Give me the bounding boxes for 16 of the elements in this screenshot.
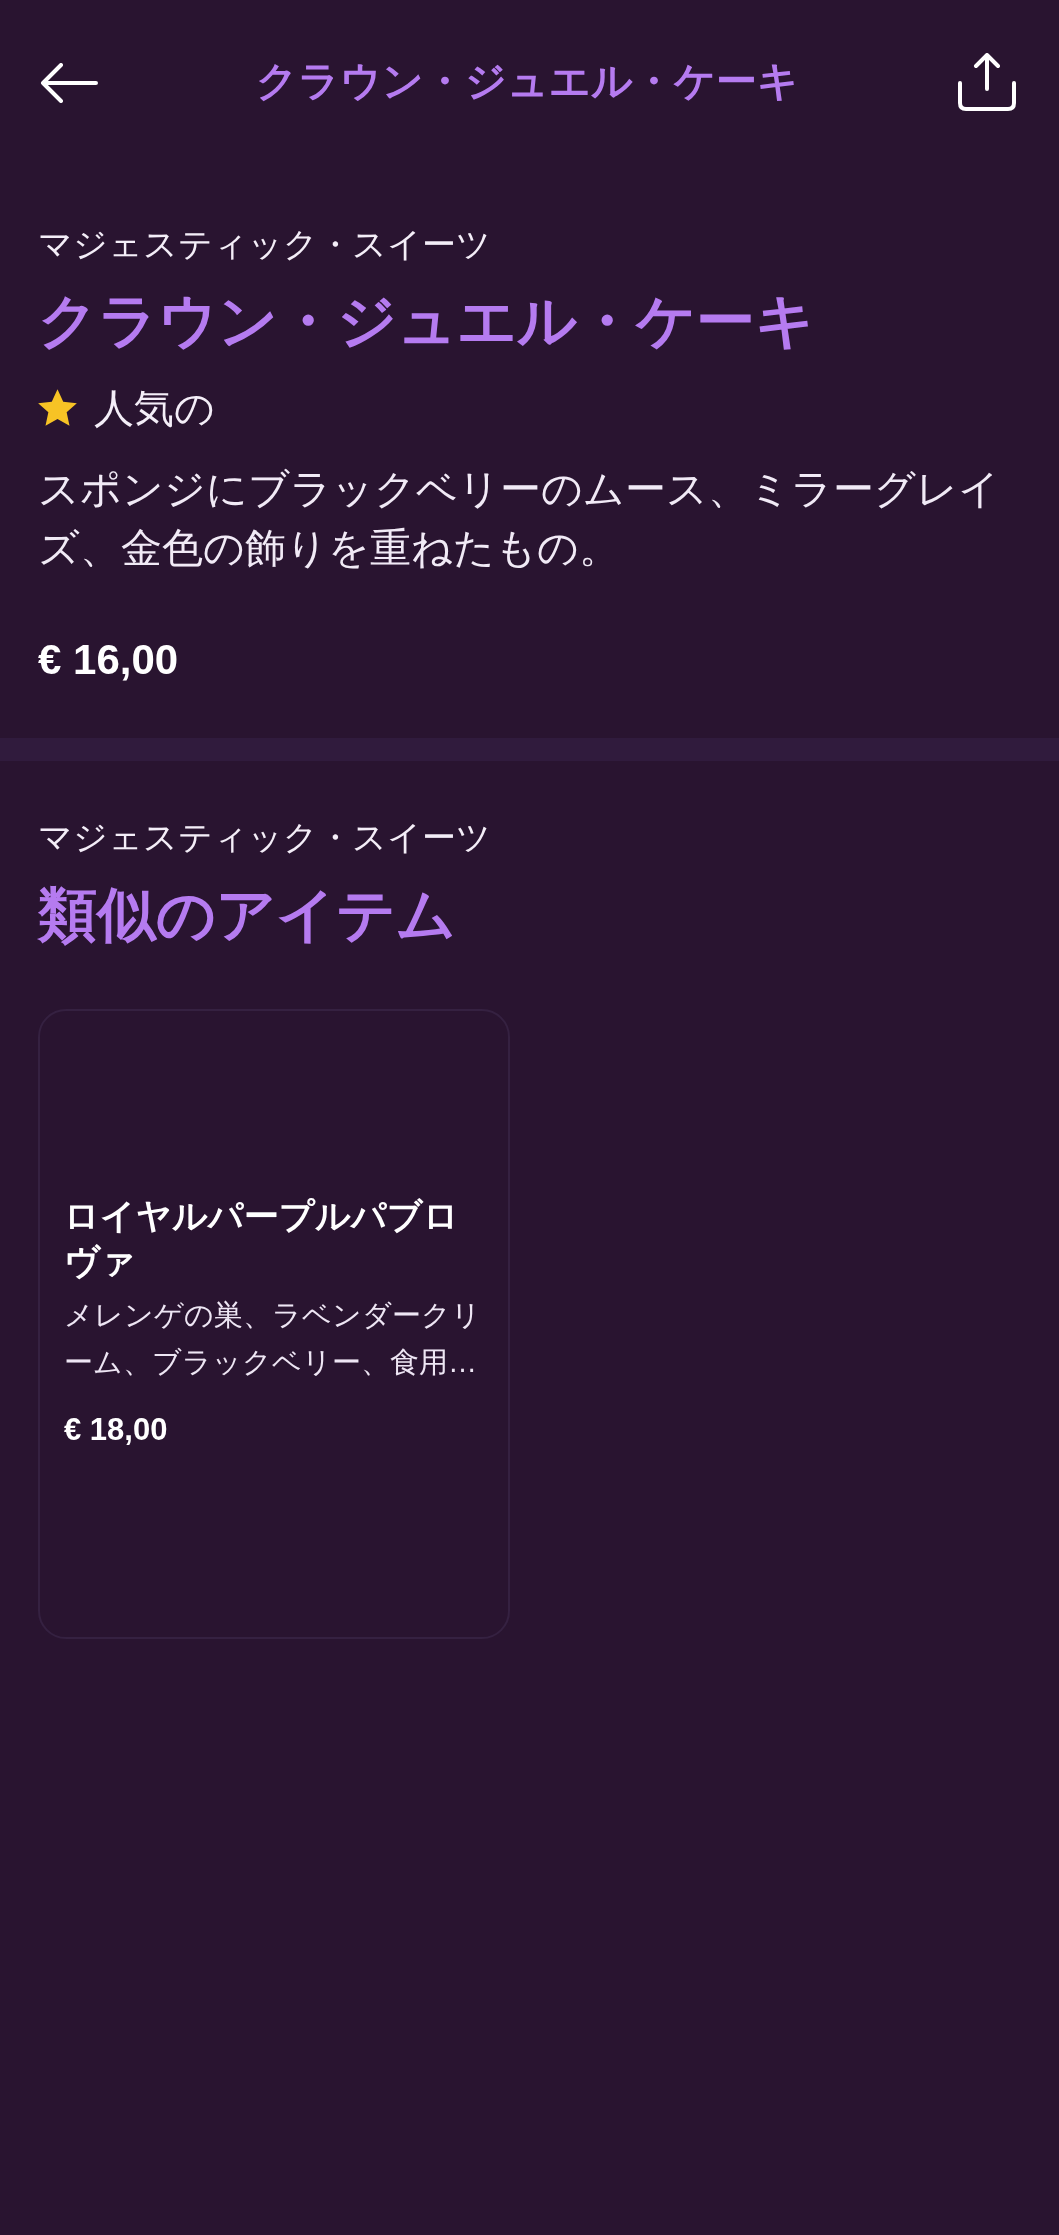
card-title: ロイヤルパープルパブロヴァ bbox=[64, 1195, 460, 1282]
card-description: メレンゲの巣、ラベンダークリーム、ブラックベリー、食用… bbox=[64, 1298, 482, 1380]
back-arrow-icon bbox=[40, 62, 98, 103]
back-button[interactable] bbox=[38, 61, 100, 104]
popular-label: 人気の bbox=[94, 385, 215, 432]
share-icon bbox=[957, 52, 1017, 111]
product-price: € 16,00 bbox=[38, 635, 180, 685]
header-title: クラウン・ジュエル・ケーキ bbox=[256, 57, 799, 106]
product-card[interactable]: ロイヤルパープルパブロヴァ メレンゲの巣、ラベンダークリーム、ブラックベリー、食用… € 18,00 bbox=[38, 1009, 510, 1639]
card-price: € 18,00 bbox=[64, 1411, 169, 1449]
share-button[interactable] bbox=[957, 52, 1017, 111]
store-name: マジェスティック・スイーツ bbox=[38, 817, 492, 858]
product-description: スポンジにブラックベリーのムース、ミラーグレイズ、金色の飾りを重ねたもの。 bbox=[38, 465, 1001, 573]
product-title: クラウン・ジュエル・ケーキ bbox=[38, 287, 816, 356]
section-title: 類似のアイテム bbox=[38, 881, 457, 950]
store-name: マジェスティック・スイーツ bbox=[38, 224, 492, 265]
